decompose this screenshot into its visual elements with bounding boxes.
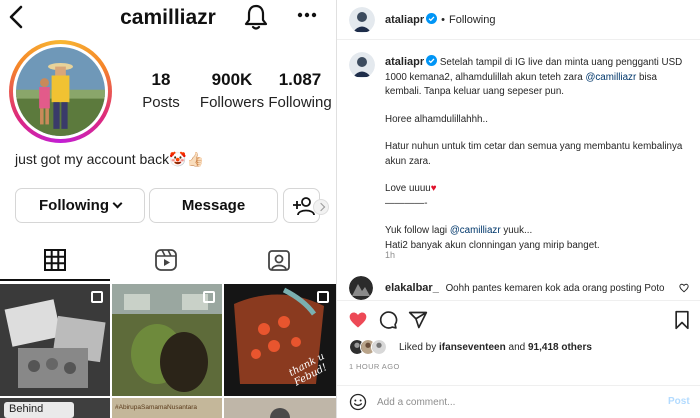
liker-avatar	[371, 339, 387, 355]
story-ring[interactable]	[9, 40, 112, 143]
caption-line: ————-	[385, 197, 428, 209]
grid-thumb[interactable]: thank u Febud!	[224, 284, 336, 396]
bookmark-icon[interactable]	[672, 310, 692, 330]
comment-like-icon[interactable]	[679, 283, 689, 293]
comment-text: Oohh pantes kemaren kok ada orang postin…	[445, 283, 665, 294]
profile-bio: just got my account back🤡👍🏻	[15, 151, 204, 168]
message-button[interactable]: Message	[149, 188, 278, 223]
mention-link[interactable]: @camilliazr	[450, 225, 501, 236]
liked-by-count[interactable]: 91,418 others	[528, 342, 592, 353]
liked-by-prefix: Liked by	[399, 342, 440, 353]
stat-label: Followers	[199, 94, 265, 111]
add-comment-bar: Post	[337, 385, 700, 418]
suggestions-scroll-button[interactable]	[313, 199, 329, 215]
message-button-label: Message	[181, 197, 246, 214]
grid-thumb[interactable]: #AbirupaSamamaNusantara	[112, 398, 222, 418]
post-panel: ataliapr • Following ataliapr Setelah tamp…	[337, 0, 700, 418]
stat-value: 1.087	[278, 70, 322, 89]
caption-text: Yuk follow lagi	[385, 225, 450, 236]
stat-following[interactable]: 1.087 Following	[266, 70, 334, 111]
heart-emoji: ♥	[430, 183, 437, 194]
grid-thumb[interactable]	[112, 284, 222, 396]
header-separator: •	[441, 14, 445, 26]
commenter-username[interactable]: elakalbar_	[385, 282, 439, 294]
share-icon[interactable]	[408, 310, 428, 330]
stat-value: 900K	[211, 70, 253, 89]
verified-icon	[426, 55, 438, 66]
post-comment-button[interactable]: Post	[668, 396, 690, 407]
liked-by-and: and	[505, 342, 528, 353]
comment-row: elakalbar_ Oohh pantes kemaren kok ada o…	[385, 282, 675, 302]
bio-emoji: 🤡👍🏻	[169, 152, 204, 168]
grid-thumb[interactable]	[224, 398, 336, 418]
caption-text: yuuk...	[500, 225, 533, 236]
thumb-caption: #AbirupaSamamaNusantara	[115, 404, 198, 411]
grid-thumb[interactable]: Behind	[0, 398, 110, 418]
caption-line: Horee alhamdulillahhh..	[385, 113, 488, 125]
post-actions	[337, 300, 700, 340]
stat-followers[interactable]: 900K Followers	[196, 70, 268, 111]
stat-posts[interactable]: 18 Posts	[130, 70, 192, 111]
stat-label: Posts	[142, 94, 180, 111]
caption-time-ago: 1h	[385, 250, 396, 260]
caption-line: Yuk follow lagi @camilliazr yuuk...	[385, 224, 693, 239]
profile-tabs	[0, 240, 336, 282]
tagged-icon[interactable]	[267, 248, 291, 272]
author-avatar[interactable]	[349, 7, 375, 33]
thumb-image	[224, 398, 336, 418]
following-status[interactable]: Following	[449, 14, 495, 26]
multi-post-icon	[317, 291, 329, 303]
following-button-label: Following	[39, 197, 109, 214]
caption-line: ataliapr Setelah tampil di IG live dan m…	[385, 55, 693, 100]
following-button[interactable]: Following	[15, 188, 145, 223]
stat-value: 18	[151, 70, 171, 89]
multi-post-icon	[91, 291, 103, 303]
commenter-avatar[interactable]	[349, 276, 373, 300]
caption-line: Love uuuu♥	[385, 182, 693, 197]
post-grid: thank u Febud! Behind #AbirupaSamamaNusa…	[0, 284, 336, 418]
heart-icon[interactable]	[348, 310, 368, 330]
thumb-caption: Behind	[9, 403, 44, 415]
post-caption: ataliapr Setelah tampil di IG live dan m…	[385, 55, 693, 253]
caption-author-username[interactable]: ataliapr	[385, 56, 424, 68]
caption-line: Hatur nuhun untuk tim cetar dan semua ya…	[385, 141, 683, 167]
post-header-line: ataliapr • Following	[385, 13, 495, 26]
mention-link[interactable]: @camilliazr	[585, 72, 636, 83]
comment-input[interactable]	[377, 395, 627, 410]
verified-icon	[426, 13, 438, 24]
profile-topbar: camilliazr	[0, 0, 336, 38]
liked-by-text: Liked by ifanseventeen and 91,418 others	[399, 342, 592, 353]
caption-line: Hati2 banyak akun clonningan yang mirip …	[385, 239, 600, 251]
reels-icon[interactable]	[154, 248, 178, 272]
post-header: ataliapr • Following	[337, 0, 700, 40]
post-timestamp: 1 HOUR AGO	[349, 362, 400, 371]
grid-icon[interactable]	[43, 248, 67, 272]
active-tab-indicator	[0, 279, 110, 281]
multi-post-icon	[203, 291, 215, 303]
caption-author-avatar[interactable]	[349, 52, 375, 78]
bell-icon[interactable]	[243, 3, 269, 31]
author-username[interactable]: ataliapr	[385, 14, 424, 26]
stat-label: Following	[268, 94, 332, 111]
smile-icon[interactable]	[349, 393, 367, 411]
profile-screenshot: camilliazr 18 Posts 900K Followers 1.087…	[0, 0, 336, 418]
profile-avatar	[16, 47, 105, 136]
profile-username: camilliazr	[120, 6, 216, 29]
comment-icon[interactable]	[378, 310, 398, 330]
liked-by-user[interactable]: ifanseventeen	[439, 342, 506, 353]
more-dots-icon[interactable]	[296, 8, 318, 22]
caption-text: Love uuuu	[385, 183, 431, 194]
grid-thumb[interactable]	[0, 284, 110, 396]
bio-text: just got my account back	[15, 151, 170, 167]
chevron-down-icon	[112, 198, 123, 209]
